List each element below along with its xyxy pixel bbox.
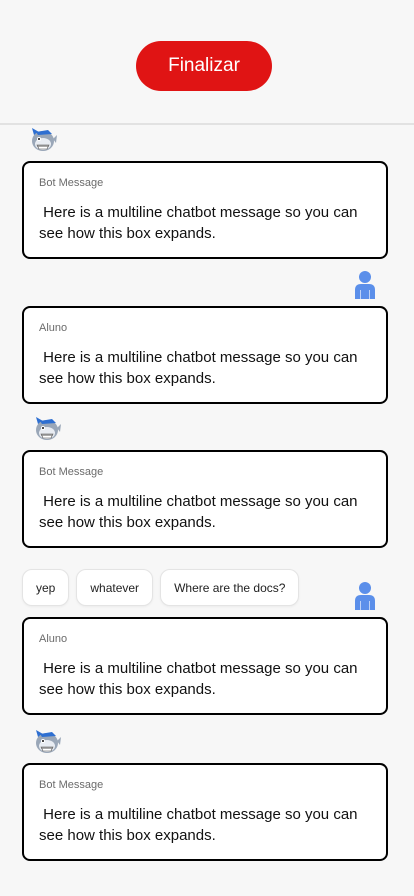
message-sender: Aluno [39, 633, 68, 645]
quick-replies: yep whatever Where are the docs? [22, 569, 300, 606]
header-bar: Finalizar [0, 0, 414, 125]
message-sender: Bot Message [39, 779, 104, 791]
message-text: Here is a multiline chatbot message so y… [39, 660, 362, 698]
bot-message-box: Bot Message Here is a multiline chatbot … [22, 161, 388, 259]
message-text: Here is a multiline chatbot message so y… [39, 806, 362, 844]
user-icon [350, 581, 380, 611]
user-message-box: Aluno Here is a multiline chatbot messag… [22, 306, 388, 404]
message-text: Here is a multiline chatbot message so y… [39, 349, 362, 387]
message-sender: Bot Message [39, 466, 104, 478]
shark-bot-icon [32, 727, 62, 757]
user-message-box: Aluno Here is a multiline chatbot messag… [22, 617, 388, 715]
message-text: Here is a multiline chatbot message so y… [39, 493, 362, 531]
finish-button[interactable]: Finalizar [136, 41, 272, 91]
message-sender: Bot Message [39, 177, 104, 189]
shark-bot-icon [28, 125, 58, 155]
message-sender: Aluno [39, 322, 68, 334]
shark-bot-icon [32, 414, 62, 444]
user-icon [350, 270, 380, 300]
quick-reply-chip[interactable]: whatever [76, 569, 154, 606]
quick-reply-chip[interactable]: yep [22, 569, 70, 606]
bot-message-box: Bot Message Here is a multiline chatbot … [22, 450, 388, 548]
quick-reply-chip[interactable]: Where are the docs? [160, 569, 300, 606]
message-text: Here is a multiline chatbot message so y… [39, 204, 362, 242]
bot-message-box: Bot Message Here is a multiline chatbot … [22, 763, 388, 861]
